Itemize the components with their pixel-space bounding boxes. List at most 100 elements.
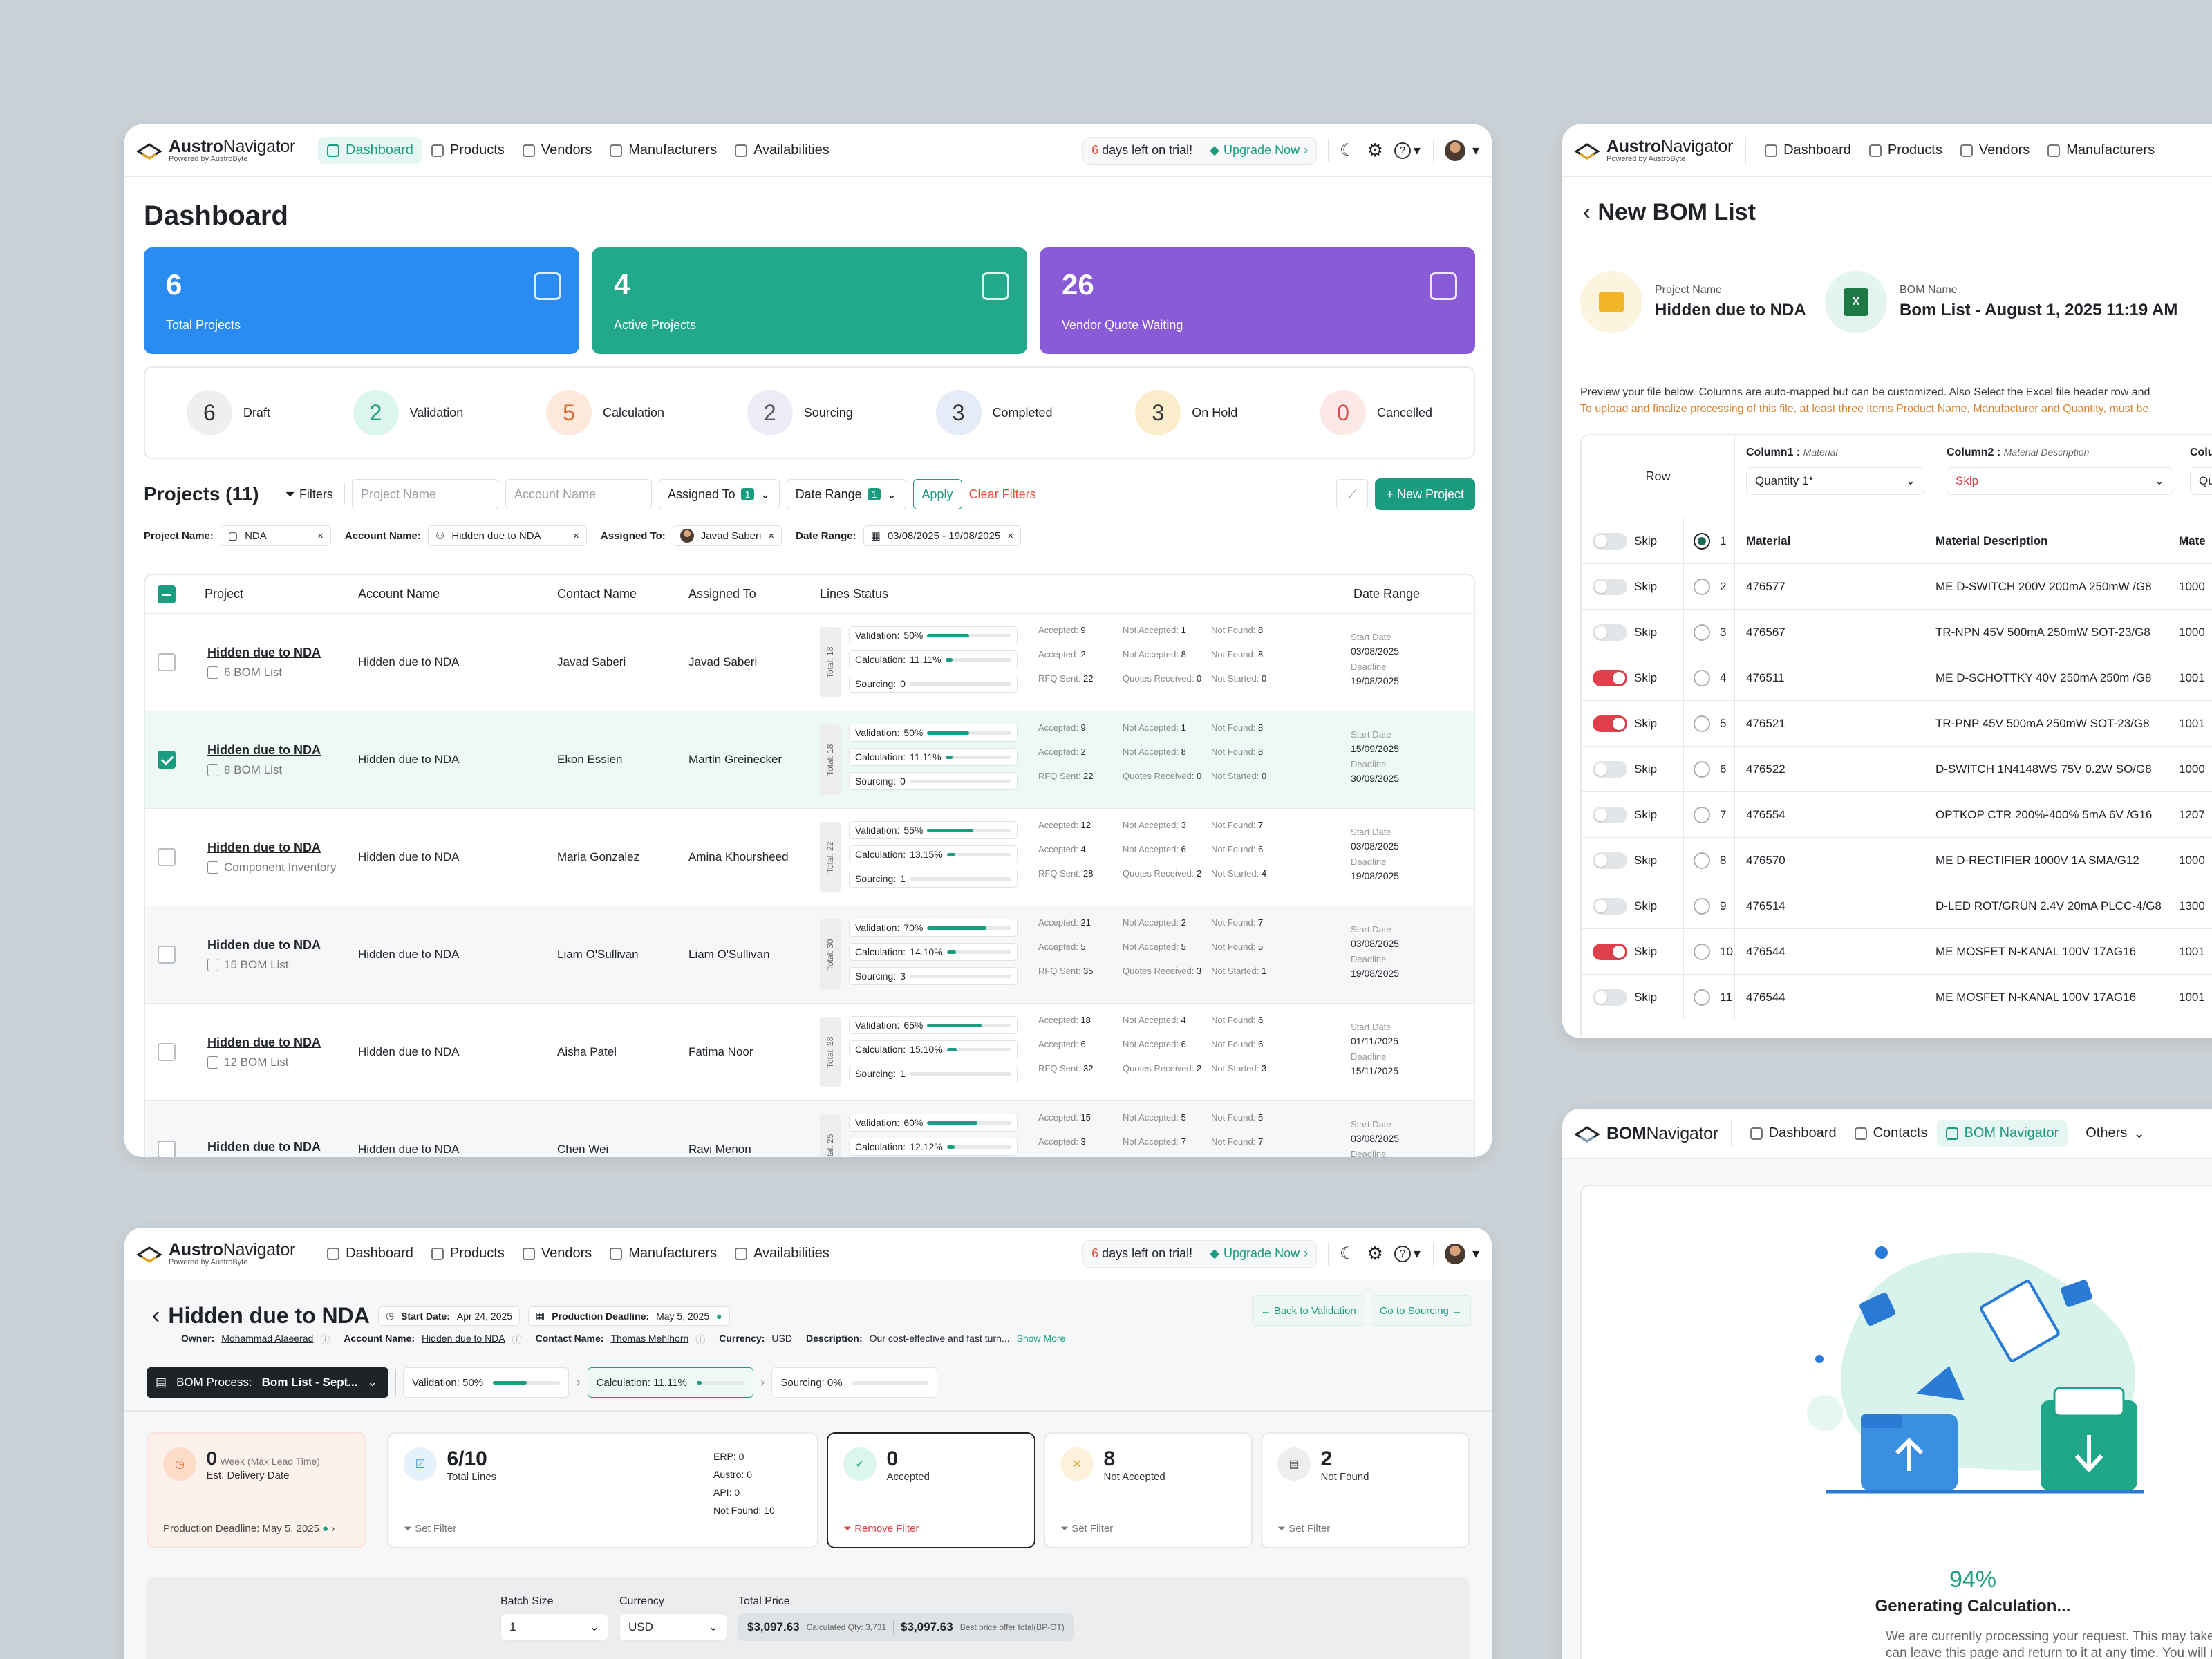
- upgrade-button[interactable]: ◆ Upgrade Now ›: [1201, 143, 1308, 158]
- col2-mapping-select[interactable]: Skip ⌄: [1947, 467, 2173, 495]
- status-item[interactable]: 0 Cancelled: [1320, 390, 1432, 435]
- clear-filters-link[interactable]: Clear Filters: [969, 487, 1036, 502]
- table-row[interactable]: Hidden due to NDA 8 BOM List Hidden due t…: [145, 711, 1474, 809]
- show-more-link[interactable]: Show More: [1017, 1333, 1066, 1347]
- project-link[interactable]: Hidden due to NDA: [207, 646, 358, 660]
- project-name-input[interactable]: Project Name: [351, 479, 498, 509]
- set-filter-link[interactable]: ⏷ Set Filter: [1277, 1523, 1330, 1535]
- row-checkbox[interactable]: [158, 751, 176, 769]
- bom-row[interactable]: Skip 4 476511 ME D-SCHOTTKY 40V 250mA 25…: [1582, 655, 2212, 701]
- account-name-input[interactable]: Account Name: [505, 479, 652, 509]
- table-row[interactable]: Hidden due to NDA 15 BOM List Hidden due …: [145, 906, 1474, 1004]
- chart-toggle-button[interactable]: ⟋: [1336, 479, 1369, 509]
- back-arrow-icon[interactable]: ‹: [1583, 199, 1591, 225]
- nav-vendors[interactable]: Vendors: [514, 1240, 601, 1267]
- chip-assigned[interactable]: Javad Saberi ×: [672, 525, 782, 546]
- row-checkbox[interactable]: [158, 848, 176, 866]
- nav-vendors[interactable]: Vendors: [514, 137, 601, 164]
- bom-row[interactable]: Skip 6 476522 D-SWITCH 1N4148WS 75V 0.2W…: [1582, 747, 2212, 792]
- header-row-radio[interactable]: [1694, 760, 1710, 778]
- bom-row[interactable]: Skip 5 476521 TR-PNP 45V 500mA 250mW SOT…: [1582, 701, 2212, 747]
- nav-dashboard[interactable]: Dashboard: [318, 137, 422, 164]
- select-all-checkbox[interactable]: [158, 585, 176, 603]
- skip-toggle[interactable]: [1593, 897, 1627, 915]
- row-checkbox[interactable]: [158, 653, 176, 671]
- apply-button[interactable]: Apply: [912, 479, 962, 509]
- new-project-button[interactable]: + New Project: [1375, 478, 1475, 510]
- bom-row[interactable]: Skip 11 476544 ME MOSFET N-KANAL 100V 17…: [1582, 975, 2212, 1020]
- stat-card[interactable]: 26 Vendor Quote Waiting: [1040, 247, 1475, 354]
- moon-icon[interactable]: ☾: [1340, 140, 1355, 160]
- chip-account[interactable]: ⚇ Hidden due to NDA ×: [427, 525, 587, 546]
- status-item[interactable]: 5 Calculation: [546, 390, 664, 435]
- header-row-radio[interactable]: [1694, 943, 1710, 960]
- chip-date[interactable]: ▦ 03/08/2025 - 19/08/2025 ×: [863, 525, 1022, 546]
- project-link[interactable]: Hidden due to NDA: [207, 743, 358, 758]
- gear-icon[interactable]: ⚙: [1367, 140, 1383, 161]
- nav-bom-navigator[interactable]: BOM Navigator: [1936, 1120, 2068, 1147]
- brand-logo[interactable]: AustroNavigator Powered by AustroByte: [1573, 136, 1747, 165]
- header-row-radio[interactable]: [1694, 988, 1710, 1006]
- nav-products[interactable]: Products: [422, 137, 514, 164]
- close-icon[interactable]: ×: [573, 530, 579, 542]
- header-row-radio[interactable]: [1694, 897, 1710, 915]
- brand-logo[interactable]: BOMNavigator: [1573, 1119, 1732, 1147]
- header-row-radio[interactable]: [1694, 806, 1710, 823]
- close-icon[interactable]: ×: [317, 530, 324, 542]
- nav-manufacturers[interactable]: Manufacturers: [601, 137, 726, 164]
- back-arrow-icon[interactable]: ‹: [152, 1302, 160, 1329]
- nav-products[interactable]: Products: [1860, 137, 1951, 164]
- project-link[interactable]: Hidden due to NDA: [207, 1140, 358, 1154]
- process-step[interactable]: Calculation: 11.11%: [587, 1367, 753, 1398]
- skip-toggle[interactable]: [1593, 715, 1627, 732]
- gear-icon[interactable]: ⚙: [1367, 1243, 1383, 1264]
- bom-row[interactable]: Skip 3 476567 TR-NPN 45V 500mA 250mW SOT…: [1582, 610, 2212, 655]
- header-row-radio[interactable]: [1694, 532, 1710, 550]
- table-row[interactable]: Hidden due to NDA Component Inventory Hid…: [145, 809, 1474, 906]
- table-row[interactable]: Hidden due to NDA 6 BOM List Hidden due t…: [145, 614, 1474, 711]
- remove-filter-link[interactable]: ⏷ Remove Filter: [843, 1523, 919, 1535]
- chip-project[interactable]: ▢ NDA ×: [220, 525, 331, 546]
- skip-toggle[interactable]: [1593, 532, 1627, 550]
- status-item[interactable]: 2 Validation: [353, 390, 463, 435]
- help-icon[interactable]: ? ▾: [1394, 1245, 1421, 1262]
- header-row-radio[interactable]: [1694, 578, 1710, 595]
- bom-row[interactable]: Skip 1 Material Material Description Mat…: [1582, 518, 2212, 564]
- nav-availabilities[interactable]: Availabilities: [726, 137, 838, 164]
- header-row-radio[interactable]: [1694, 624, 1710, 641]
- account-value[interactable]: Hidden due to NDA: [422, 1333, 505, 1347]
- go-to-sourcing-button[interactable]: Go to Sourcing →: [1370, 1295, 1471, 1326]
- skip-toggle[interactable]: [1593, 760, 1627, 778]
- skip-toggle[interactable]: [1593, 852, 1627, 869]
- accepted-card[interactable]: ✓ 0 Accepted ⏷ Remove Filter: [827, 1432, 1035, 1548]
- total-lines-card[interactable]: ☑ 6/10 Total Lines ERP: 0 Austro: 0 API: …: [387, 1432, 818, 1548]
- not-found-card[interactable]: ▤ 2 Not Found ⏷ Set Filter: [1261, 1432, 1470, 1548]
- nav-others[interactable]: Others ⌄: [2077, 1119, 2154, 1147]
- contact-value[interactable]: Thomas Mehlhorn: [610, 1333, 688, 1347]
- project-link[interactable]: Hidden due to NDA: [207, 1035, 358, 1050]
- bom-process-select[interactable]: ▤ BOM Process: Bom List - Sept... ⌄: [147, 1367, 388, 1398]
- currency-select[interactable]: USD ⌄: [619, 1613, 727, 1641]
- nav-manufacturers[interactable]: Manufacturers: [2038, 137, 2164, 164]
- filters-button[interactable]: ⏷ Filters: [285, 487, 333, 502]
- nav-dashboard[interactable]: Dashboard: [318, 1240, 422, 1267]
- bom-row[interactable]: Skip 8 476570 ME D-RECTIFIER 1000V 1A SM…: [1582, 838, 2212, 883]
- nav-vendors[interactable]: Vendors: [1951, 137, 2038, 164]
- user-menu[interactable]: ▾: [1444, 140, 1479, 161]
- nav-manufacturers[interactable]: Manufacturers: [601, 1240, 726, 1267]
- close-icon[interactable]: ×: [1007, 530, 1013, 542]
- nav-contacts[interactable]: Contacts: [1846, 1120, 1937, 1147]
- skip-toggle[interactable]: [1593, 578, 1627, 595]
- status-item[interactable]: 3 On Hold: [1135, 390, 1237, 435]
- stat-card[interactable]: 6 Total Projects: [144, 247, 579, 354]
- process-step[interactable]: Validation: 50%: [403, 1367, 569, 1398]
- project-link[interactable]: Hidden due to NDA: [207, 841, 358, 855]
- user-menu[interactable]: ▾: [1444, 1243, 1479, 1264]
- nav-availabilities[interactable]: Availabilities: [726, 1240, 838, 1267]
- bom-row[interactable]: Skip 10 476544 ME MOSFET N-KANAL 100V 17…: [1582, 929, 2212, 975]
- status-item[interactable]: 2 Sourcing: [747, 390, 853, 435]
- project-link[interactable]: Hidden due to NDA: [207, 938, 358, 953]
- skip-toggle[interactable]: [1593, 988, 1627, 1006]
- nav-dashboard[interactable]: Dashboard: [1756, 137, 1860, 164]
- date-range-select[interactable]: Date Range 1 ⌄: [786, 479, 906, 509]
